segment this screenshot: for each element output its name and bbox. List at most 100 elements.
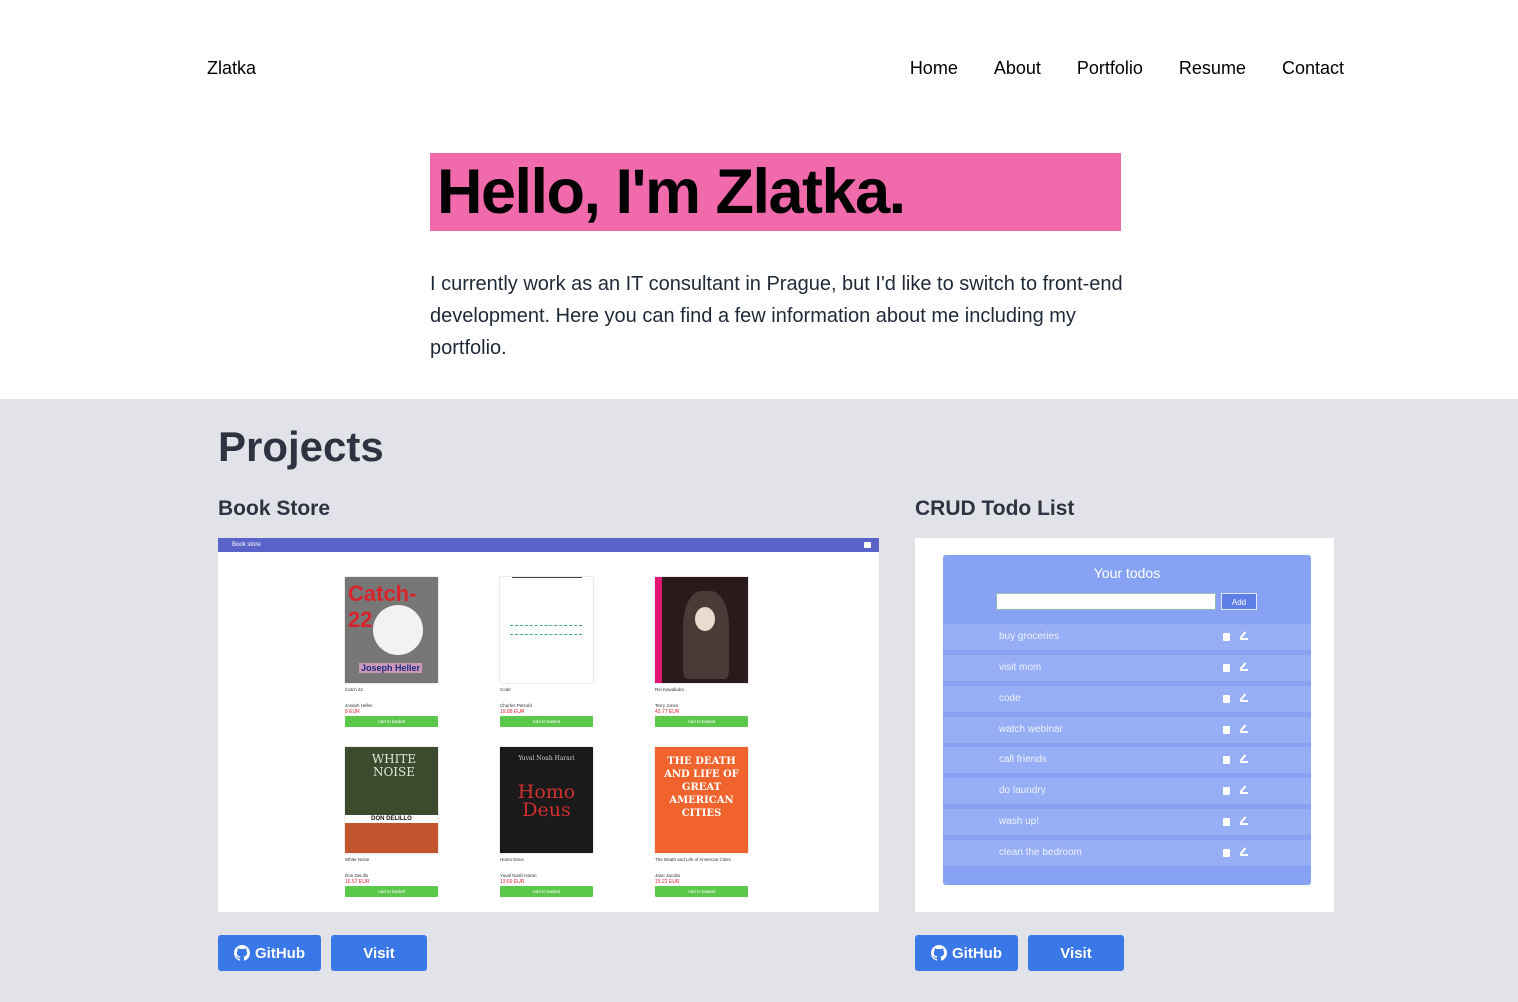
nav-about[interactable]: About (994, 58, 1041, 79)
todo-item: code (943, 686, 1311, 712)
todo-text: code (999, 693, 1021, 704)
todo-add-button[interactable]: Add (1221, 593, 1257, 610)
todo-input[interactable] (996, 593, 1216, 610)
trash-icon[interactable] (1223, 756, 1230, 764)
book-author: Joseph Heller (345, 703, 373, 708)
todo-item: call friends (943, 747, 1311, 773)
book-card: WHITE NOISE DON DELILLO White Noise Don … (345, 747, 439, 897)
project-actions: GitHub Visit (218, 935, 879, 971)
add-to-basket-button[interactable]: Add to basket (655, 716, 748, 727)
github-button[interactable]: GitHub (915, 935, 1018, 971)
trash-icon[interactable] (1223, 633, 1230, 641)
bookstore-app-title: Book store (232, 542, 261, 548)
book-author: Don DeLillo (345, 873, 369, 878)
todo-screenshot: Your todos Add buy groceries visit mom c… (915, 538, 1334, 912)
book-title: Catch 22 (345, 687, 364, 692)
cover-author: Joseph Heller (359, 663, 423, 673)
bookstore-appbar: Book store (218, 538, 879, 552)
todo-item: wash up! (943, 809, 1311, 835)
book-card: Code Charles Petzold 19.88 EUR Add to ba… (500, 577, 594, 727)
project-card-todo: CRUD Todo List Your todos Add buy grocer… (915, 497, 1334, 971)
nav-portfolio[interactable]: Portfolio (1077, 58, 1143, 79)
book-price: 16.57 EUR (345, 879, 370, 885)
book-card: Rei Kawakubo Terry Jones 43.77 EUR Add t… (655, 577, 749, 727)
book-cover: Yuval Noah Harari Homo Deus (500, 747, 593, 853)
brand-logo[interactable]: Zlatka (207, 58, 256, 79)
book-price: 8 EUR (345, 709, 360, 715)
projects-heading: Projects (218, 423, 384, 470)
project-card-bookstore: Book Store Book store Catch-22 Joseph He… (218, 497, 879, 971)
nav-links: Home About Portfolio Resume Contact (910, 58, 1344, 79)
project-actions: GitHub Visit (915, 935, 1334, 971)
book-title: Rei Kawakubo (655, 687, 685, 692)
edit-icon[interactable] (1240, 817, 1248, 825)
trash-icon[interactable] (1223, 849, 1230, 857)
add-to-basket-button[interactable]: Add to basket (500, 716, 593, 727)
book-price: 43.77 EUR (655, 709, 680, 715)
github-label: GitHub (952, 944, 1002, 962)
book-title: The Death and Life of American Cities (655, 857, 731, 862)
todo-text: call friends (999, 754, 1047, 765)
github-label: GitHub (255, 944, 305, 962)
add-to-basket-button[interactable]: Add to basket (500, 886, 593, 897)
book-title: Code (500, 687, 511, 692)
book-title: Homo Deus (500, 857, 524, 862)
nav-home[interactable]: Home (910, 58, 958, 79)
book-card: THE DEATH AND LIFE OF GREAT AMERICAN CIT… (655, 747, 749, 897)
edit-icon[interactable] (1240, 755, 1248, 763)
cover-author: DON DELILLO (345, 815, 438, 823)
add-to-basket-button[interactable]: Add to basket (345, 716, 438, 727)
edit-icon[interactable] (1240, 632, 1248, 640)
trash-icon[interactable] (1223, 726, 1230, 734)
cover-text: WHITE NOISE (371, 752, 417, 779)
todo-item: visit mom (943, 655, 1311, 681)
visit-button[interactable]: Visit (331, 935, 427, 971)
hero-intro: I currently work as an IT consultant in … (430, 273, 1123, 359)
book-cover: WHITE NOISE DON DELILLO (345, 747, 438, 853)
nav-contact[interactable]: Contact (1282, 58, 1344, 79)
cover-text: Homo Deus (517, 781, 576, 821)
add-to-basket-button[interactable]: Add to basket (655, 886, 748, 897)
todo-panel: Your todos Add buy groceries visit mom c… (943, 555, 1311, 885)
github-icon (931, 945, 947, 961)
todo-text: visit mom (999, 662, 1042, 673)
edit-icon[interactable] (1240, 725, 1248, 733)
visit-button[interactable]: Visit (1028, 935, 1124, 971)
bookstore-screenshot: Book store Catch-22 Joseph Heller Catch … (218, 538, 879, 912)
cover-text: THE DEATH AND LIFE OF GREAT AMERICAN CIT… (664, 756, 739, 819)
trash-icon[interactable] (1223, 818, 1230, 826)
edit-icon[interactable] (1240, 786, 1248, 794)
project-title: Book Store (218, 497, 331, 520)
trash-icon[interactable] (1223, 664, 1230, 672)
book-author: Jane Jacobs (655, 873, 681, 878)
todo-text: do laundry (999, 785, 1046, 796)
hero-title: Hello, I'm Zlatka. (437, 157, 906, 227)
trash-icon[interactable] (1223, 695, 1230, 703)
add-to-basket-button[interactable]: Add to basket (345, 886, 438, 897)
book-author: Charles Petzold (500, 703, 532, 708)
todo-title: Your todos (1093, 565, 1161, 581)
book-card: Yuval Noah Harari Homo Deus Homo Deus Yu… (500, 747, 594, 897)
book-author: Yuval Noah Harari (500, 873, 537, 878)
edit-icon[interactable] (1240, 848, 1248, 856)
projects-section: Projects Book Store Book store Catch-22 … (0, 399, 1518, 1002)
edit-icon[interactable] (1240, 694, 1248, 702)
trash-icon[interactable] (1223, 787, 1230, 795)
todo-item: clean the bedroom (943, 840, 1311, 866)
todo-text: watch webinar (999, 724, 1063, 735)
book-cover (655, 577, 748, 683)
book-cover: Catch-22 Joseph Heller (345, 577, 438, 683)
github-button[interactable]: GitHub (218, 935, 321, 971)
todo-text: clean the bedroom (999, 847, 1082, 858)
nav-resume[interactable]: Resume (1179, 58, 1246, 79)
todo-item: watch webinar (943, 717, 1311, 743)
book-price: 13.69 EUR (500, 879, 525, 885)
book-title: White Noise (345, 857, 370, 862)
edit-icon[interactable] (1240, 663, 1248, 671)
todo-text: buy groceries (999, 631, 1060, 642)
todo-item: buy groceries (943, 624, 1311, 650)
book-price: 19.88 EUR (500, 709, 525, 715)
cart-icon (864, 542, 871, 548)
book-card: Catch-22 Joseph Heller Catch 22 Joseph H… (345, 577, 439, 727)
book-cover (500, 577, 593, 683)
